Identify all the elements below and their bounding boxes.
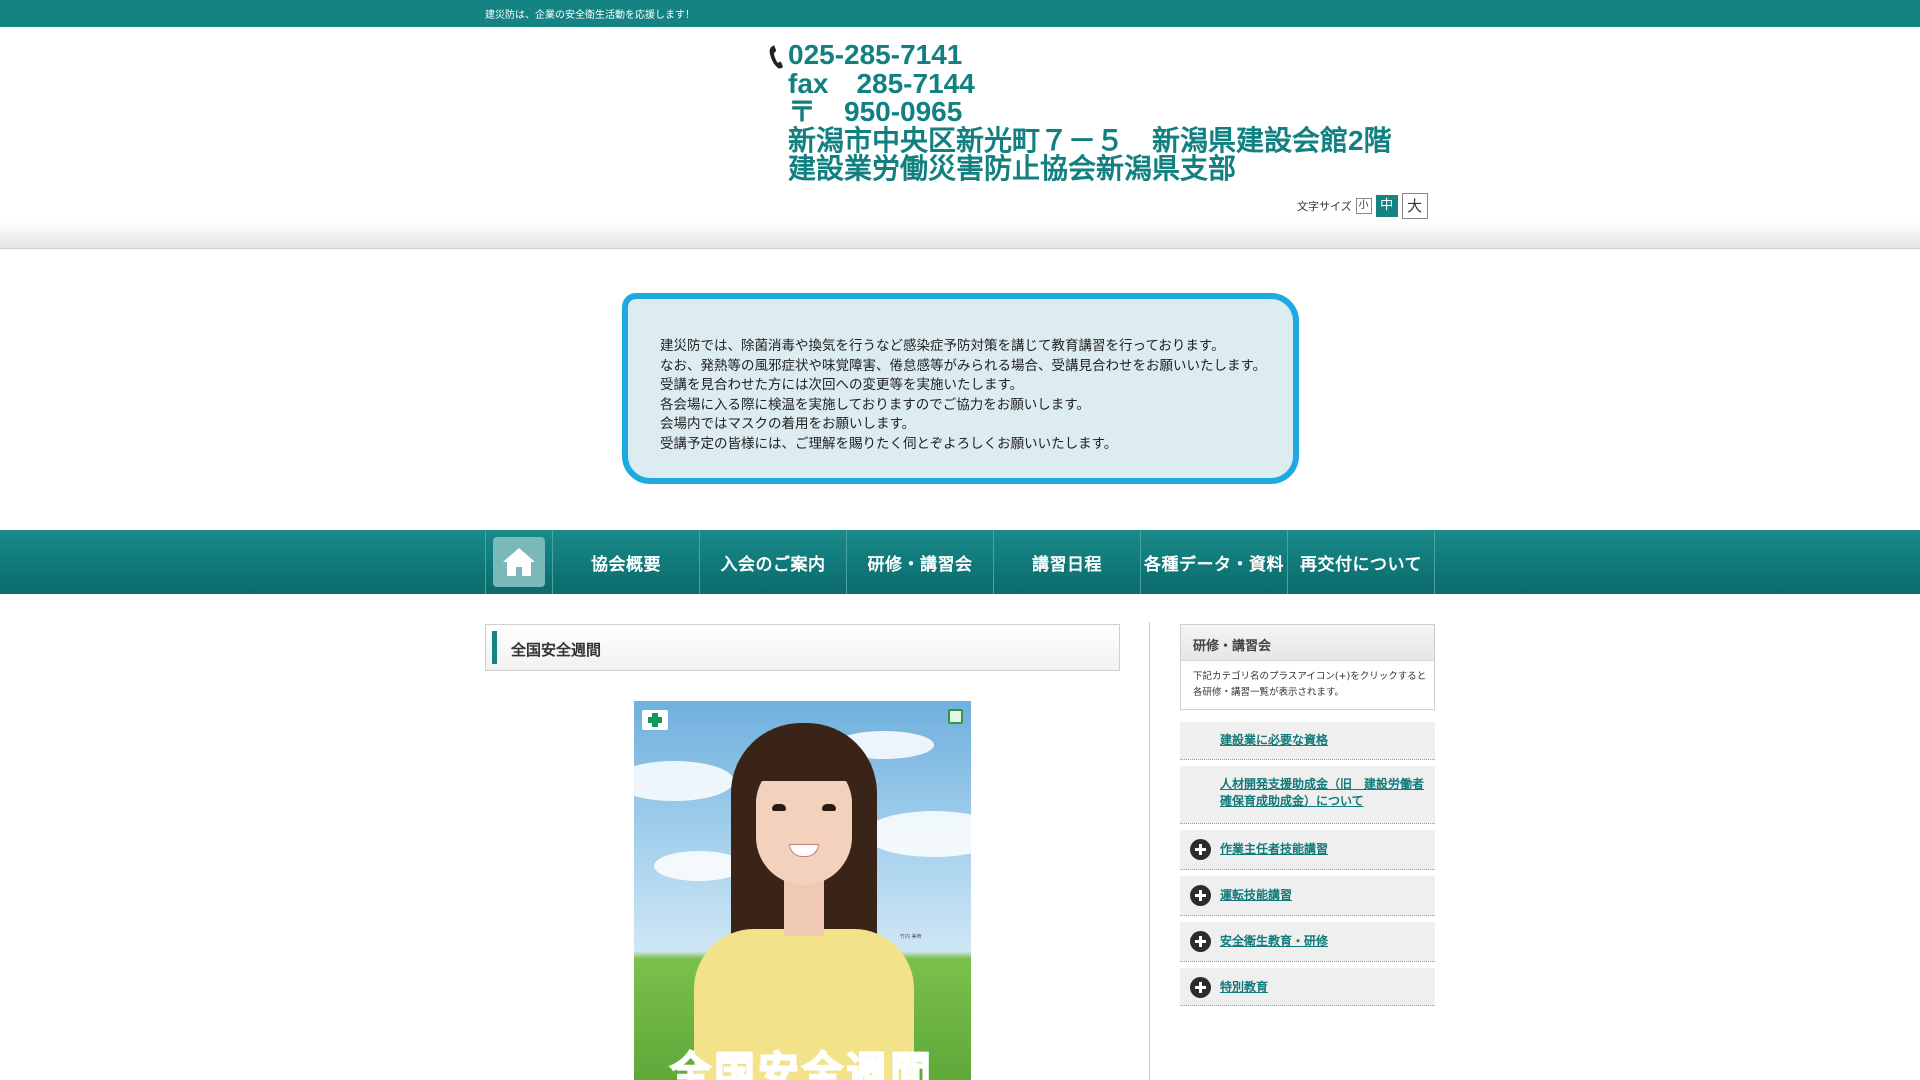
notice-line: なお、発熱等の風邪症状や味覚障害、倦怠感等がみられる場合、受講見合わせをお願いい…	[660, 357, 1267, 374]
covid-notice-banner: 建災防では、除菌消毒や換気を行うなど感染症予防対策を講じて教育講習を行っておりま…	[622, 293, 1299, 484]
organization-name: 建設業労働災害防止協会新潟県支部	[788, 153, 1237, 184]
font-size-small-button[interactable]: 小	[1355, 198, 1372, 214]
page-title: 全国安全週間	[511, 641, 602, 659]
global-nav: 協会概要 入会のご案内 研修・講習会 講習日程 各種データ・資料 再交付について	[0, 530, 1920, 594]
fax-number: fax 285-7144	[788, 67, 975, 99]
phone-number: 025-285-7141	[788, 39, 963, 70]
poster-signature: 竹内 美宥	[900, 934, 922, 940]
sidebar-item-label[interactable]: 建設業に必要な資格	[1180, 732, 1435, 749]
postal-code: 〒 950-0965	[788, 96, 963, 127]
notice-line: 各会場に入る際に検温を実施しておりますのでご協力をお願いします。	[660, 396, 1090, 413]
image-link-icon	[948, 709, 963, 724]
nav-reissue[interactable]: 再交付について	[1288, 530, 1435, 594]
font-size-label: 文字サイズ	[1297, 200, 1352, 213]
nav-home[interactable]	[485, 530, 553, 594]
sidebar-item-driving-skill[interactable]: 運転技能講習	[1180, 876, 1435, 916]
sidebar-header: 研修・講習会 下記カテゴリ名のプラスアイコン(+)をクリックすると 各研修・講習…	[1180, 624, 1435, 710]
nav-data[interactable]: 各種データ・資料	[1141, 530, 1288, 594]
top-bar: 建災防は、企業の安全衛生活動を応援します！	[0, 0, 1920, 27]
notice-line: 受講を見合わせた方には次回への変更等を実施いたします。	[660, 377, 1024, 393]
sidebar-item-label[interactable]: 作業主任者技能講習	[1180, 841, 1435, 858]
sidebar-item-label[interactable]: 特別教育	[1180, 979, 1435, 996]
sidebar-desc-line: 各研修・講習一覧が表示されます。	[1193, 687, 1345, 698]
nav-schedule[interactable]: 講習日程	[994, 530, 1141, 594]
sidebar-item-label[interactable]: 運転技能講習	[1180, 887, 1435, 904]
sidebar-item-label[interactable]: 人材開発支援助成金（旧 建設労働者確保育成助成金）について	[1180, 776, 1435, 810]
site-tagline: 建災防は、企業の安全衛生活動を応援します！	[485, 10, 695, 21]
notice-line: 建災防では、除菌消毒や換気を行うなど感染症予防対策を講じて教育講習を行っておりま…	[660, 338, 1225, 354]
nav-about[interactable]: 協会概要	[553, 530, 700, 594]
font-size-medium-button[interactable]: 中	[1375, 195, 1398, 217]
sidebar-item-safety-education[interactable]: 安全衛生教育・研修	[1180, 922, 1435, 962]
title-accent-bar	[492, 631, 497, 664]
font-size-switcher: 文字サイズ 小 中 大	[1297, 193, 1428, 219]
column-divider	[1149, 622, 1150, 1080]
font-size-large-button[interactable]: 大	[1401, 193, 1428, 219]
home-icon	[493, 537, 545, 587]
notice-line: 会場内ではマスクの着用をお願いします。	[660, 416, 916, 432]
sidebar-item-qualifications[interactable]: 建設業に必要な資格	[1180, 722, 1435, 760]
sidebar-category-list: 建設業に必要な資格 人材開発支援助成金（旧 建設労働者確保育成助成金）について …	[1180, 722, 1435, 1006]
nav-membership[interactable]: 入会のご案内	[700, 530, 847, 594]
safety-week-poster[interactable]: 竹内 美宥 全国安全週間	[634, 701, 971, 1080]
nav-training[interactable]: 研修・講習会	[847, 530, 994, 594]
expand-plus-icon[interactable]	[1190, 977, 1211, 998]
green-cross-icon	[642, 710, 668, 730]
sidebar-item-special-education[interactable]: 特別教育	[1180, 968, 1435, 1006]
phone-icon	[769, 45, 783, 69]
sidebar: 研修・講習会 下記カテゴリ名のプラスアイコン(+)をクリックすると 各研修・講習…	[1180, 624, 1435, 1012]
expand-plus-icon[interactable]	[1190, 885, 1211, 906]
expand-plus-icon[interactable]	[1190, 931, 1211, 952]
contact-info: 025-285-7141 fax 285-7144 〒 950-0965 新潟市…	[769, 39, 1392, 184]
site-header: 025-285-7141 fax 285-7144 〒 950-0965 新潟市…	[0, 27, 1920, 249]
sidebar-item-chief-skill[interactable]: 作業主任者技能講習	[1180, 830, 1435, 870]
sidebar-item-label[interactable]: 安全衛生教育・研修	[1180, 933, 1435, 950]
address: 新潟市中央区新光町７－５ 新潟県建設会館2階	[788, 124, 1392, 156]
sidebar-title: 研修・講習会	[1181, 625, 1434, 661]
sidebar-desc-line: 下記カテゴリ名のプラスアイコン(+)をクリックすると	[1193, 671, 1427, 682]
notice-line: 受講予定の皆様には、ご理解を賜りたく伺とぞよろしくお願いいたします。	[660, 435, 1118, 452]
expand-plus-icon[interactable]	[1190, 839, 1211, 860]
sidebar-item-subsidy[interactable]: 人材開発支援助成金（旧 建設労働者確保育成助成金）について	[1180, 766, 1435, 824]
poster-title: 全国安全週間	[670, 1048, 935, 1080]
sidebar-description: 下記カテゴリ名のプラスアイコン(+)をクリックすると 各研修・講習一覧が表示され…	[1181, 661, 1434, 701]
page-title-box: 全国安全週間	[485, 624, 1120, 671]
